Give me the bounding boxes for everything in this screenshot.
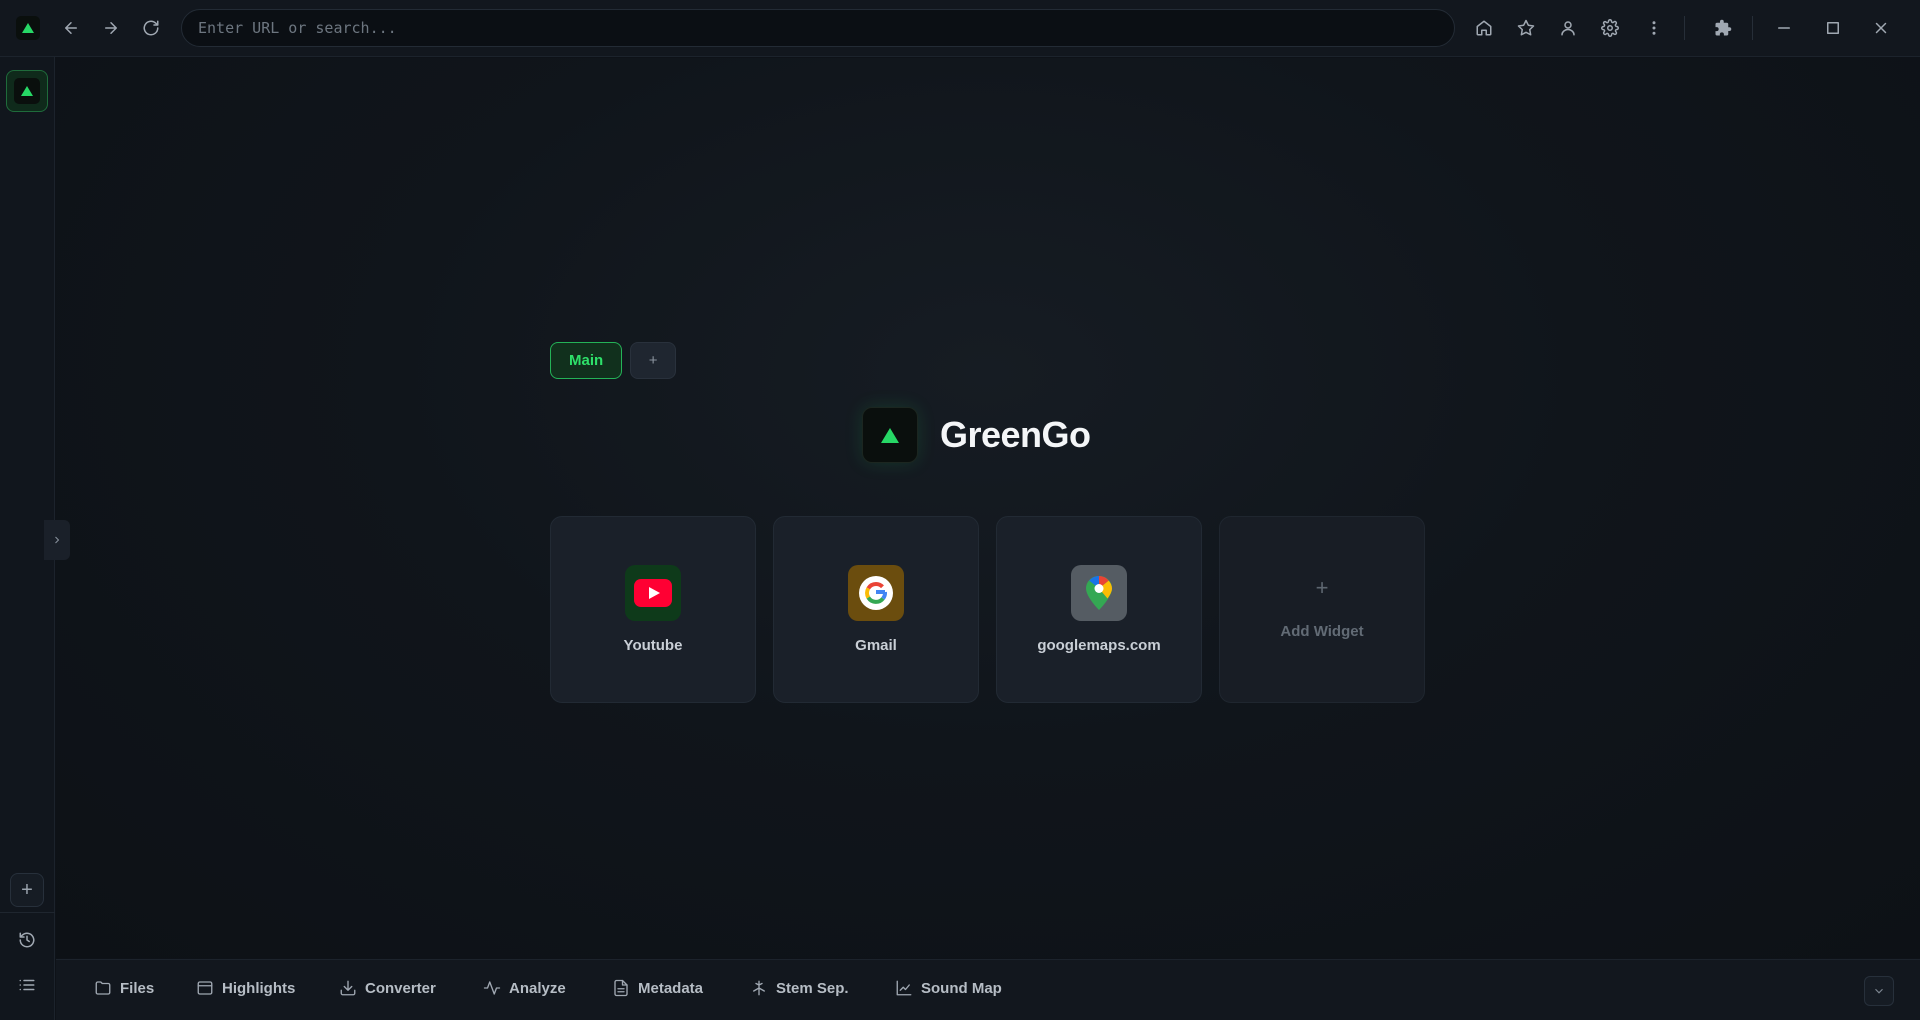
google-logo bbox=[859, 576, 893, 610]
user-icon bbox=[1561, 21, 1575, 36]
tool-label: Highlights bbox=[222, 979, 296, 997]
more-button[interactable] bbox=[1640, 14, 1668, 42]
bottom-toolbar: Files Highlights Converter Analyze Metad… bbox=[56, 959, 1920, 1020]
greengo-logo-icon bbox=[862, 407, 918, 463]
widget-gmail[interactable]: Gmail bbox=[773, 516, 979, 703]
tool-label: Sound Map bbox=[921, 979, 1002, 997]
add-widget-label: Add Widget bbox=[1280, 623, 1364, 640]
tool-files[interactable]: Files bbox=[94, 979, 154, 997]
youtube-icon bbox=[625, 565, 681, 621]
gear-icon bbox=[1601, 19, 1619, 37]
tool-label: Files bbox=[120, 979, 155, 997]
tool-highlights[interactable]: Highlights bbox=[196, 979, 295, 997]
toolbar-divider bbox=[1752, 16, 1753, 40]
add-widget-button[interactable]: + Add Widget bbox=[1219, 516, 1425, 703]
google-icon bbox=[848, 565, 904, 621]
star-icon bbox=[1517, 19, 1535, 36]
brand-header: GreenGo bbox=[862, 407, 1091, 463]
tool-label: Analyze bbox=[509, 979, 566, 997]
list-icon bbox=[19, 979, 35, 991]
split-icon bbox=[753, 980, 765, 996]
history-icon bbox=[19, 932, 35, 948]
profile-button[interactable] bbox=[1554, 14, 1582, 42]
widget-label: googlemaps.com bbox=[1037, 637, 1161, 654]
close-button[interactable] bbox=[1867, 14, 1895, 42]
window-icon bbox=[197, 981, 213, 995]
add-tab-button[interactable]: + bbox=[630, 342, 677, 379]
tool-stem-separation[interactable]: Stem Sep. bbox=[750, 979, 849, 997]
bookmark-button[interactable] bbox=[1512, 14, 1540, 42]
widget-label: Youtube bbox=[623, 637, 683, 654]
list-button[interactable] bbox=[14, 972, 40, 998]
main-content-area bbox=[56, 58, 1920, 958]
plus-icon: + bbox=[1315, 575, 1329, 600]
back-button[interactable] bbox=[57, 14, 85, 42]
greengo-logo-icon bbox=[14, 78, 40, 104]
brand-name: GreenGo bbox=[940, 414, 1091, 455]
more-vertical-icon bbox=[1652, 21, 1656, 35]
tool-converter[interactable]: Converter bbox=[339, 979, 436, 997]
sidebar-workspace-greengo[interactable] bbox=[6, 70, 48, 112]
tool-metadata[interactable]: Metadata bbox=[612, 979, 703, 997]
arrow-left-icon bbox=[65, 22, 77, 34]
tool-analyze[interactable]: Analyze bbox=[483, 979, 566, 997]
extensions-button[interactable] bbox=[1709, 14, 1737, 42]
tab-main[interactable]: Main bbox=[550, 342, 623, 379]
toolbar-divider bbox=[1684, 16, 1685, 40]
chevron-down-icon bbox=[1875, 988, 1883, 994]
minimize-button[interactable] bbox=[1770, 14, 1798, 42]
widget-youtube[interactable]: Youtube bbox=[550, 516, 756, 703]
arrow-right-icon bbox=[105, 22, 117, 34]
sidebar-divider bbox=[0, 912, 55, 913]
url-input[interactable] bbox=[181, 9, 1455, 47]
widget-label: Gmail bbox=[855, 637, 897, 654]
tool-label: Converter bbox=[365, 979, 436, 997]
close-icon bbox=[1875, 22, 1887, 34]
maximize-icon bbox=[1827, 22, 1839, 34]
pulse-icon bbox=[483, 981, 501, 995]
folder-icon bbox=[95, 981, 111, 995]
chevron-right-icon bbox=[55, 536, 60, 544]
maximize-button[interactable] bbox=[1819, 14, 1847, 42]
widget-grid: Youtube Gmail googlemaps.com + Add Widge… bbox=[550, 516, 1425, 703]
tool-label: Stem Sep. bbox=[776, 979, 849, 997]
chart-icon bbox=[896, 980, 912, 996]
app-logo-icon bbox=[16, 16, 40, 40]
home-button[interactable] bbox=[1470, 14, 1498, 42]
settings-button[interactable] bbox=[1596, 14, 1624, 42]
puzzle-icon bbox=[1715, 19, 1732, 36]
maps-pin-icon bbox=[1071, 565, 1127, 621]
forward-button[interactable] bbox=[97, 14, 125, 42]
top-bar bbox=[0, 0, 1920, 57]
sidebar-expand-handle[interactable] bbox=[44, 520, 70, 560]
download-icon bbox=[340, 980, 356, 996]
refresh-icon bbox=[143, 20, 159, 36]
reload-button[interactable] bbox=[137, 14, 165, 42]
document-icon bbox=[614, 979, 628, 997]
google-maps-logo bbox=[1086, 576, 1112, 610]
home-icon bbox=[1476, 20, 1492, 36]
youtube-logo bbox=[634, 579, 672, 607]
sidebar-add-button[interactable]: + bbox=[10, 873, 44, 907]
tool-sound-map[interactable]: Sound Map bbox=[895, 979, 1002, 997]
widget-googlemaps[interactable]: googlemaps.com bbox=[996, 516, 1202, 703]
tool-label: Metadata bbox=[638, 979, 704, 997]
toolbar-expand-button[interactable] bbox=[1864, 976, 1894, 1006]
history-button[interactable] bbox=[14, 927, 40, 953]
minimize-icon bbox=[1778, 27, 1790, 29]
workspace-tabs: Main + bbox=[550, 342, 677, 379]
